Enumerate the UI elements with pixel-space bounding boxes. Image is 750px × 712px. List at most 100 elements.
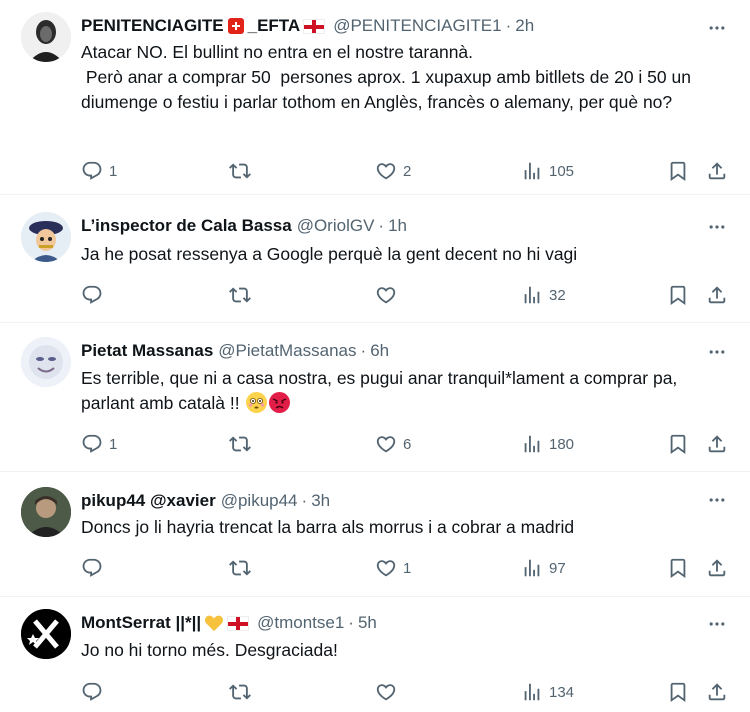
- reply-button[interactable]: [81, 281, 109, 309]
- timestamp[interactable]: 2h: [515, 16, 534, 36]
- share-icon: [706, 284, 728, 306]
- bookmark-button[interactable]: [667, 554, 689, 582]
- share-button[interactable]: [706, 157, 728, 185]
- share-icon: [706, 557, 728, 579]
- more-options-button[interactable]: [705, 612, 729, 636]
- england-flag-icon: [303, 18, 326, 34]
- like-button[interactable]: [375, 678, 403, 706]
- like-button[interactable]: 6: [375, 430, 411, 458]
- timestamp[interactable]: 6h: [370, 341, 389, 361]
- user-handle[interactable]: @PietatMassanas: [218, 341, 356, 361]
- separator-dot: ·: [301, 491, 308, 510]
- tweet[interactable]: L’inspector de Cala Bassa @OriolGV · 1h …: [0, 195, 750, 323]
- view-count: 97: [549, 559, 566, 577]
- retweet-button[interactable]: [229, 157, 257, 185]
- heart-icon: [375, 284, 397, 306]
- tweet-header: Pietat Massanas @PietatMassanas · 6h: [81, 339, 389, 363]
- views-chart-icon: [521, 557, 543, 579]
- tweet[interactable]: MontSerrat ||*|| @tmontse1 · 5h Jo no hi…: [0, 597, 750, 712]
- tweet-text-container: Es terrible, que ni a casa nostra, es pu…: [81, 366, 731, 416]
- avatar[interactable]: [21, 212, 71, 262]
- action-bar: 1 6 180: [0, 430, 750, 458]
- share-button[interactable]: [706, 678, 728, 706]
- avatar[interactable]: [21, 337, 71, 387]
- more-options-button[interactable]: [705, 16, 729, 40]
- like-count: 2: [403, 162, 412, 180]
- tweet[interactable]: PENITENCIAGITE _EFTA @PENITENCIAGITE1 · …: [0, 0, 750, 195]
- retweet-button[interactable]: [229, 430, 257, 458]
- bookmark-icon: [667, 681, 689, 703]
- bookmark-button[interactable]: [667, 157, 689, 185]
- avatar[interactable]: [21, 609, 71, 659]
- display-name[interactable]: L’inspector de Cala Bassa: [81, 216, 292, 236]
- tweet-text: Jo no hi torno més. Desgraciada!: [81, 640, 338, 660]
- reply-count: 1: [109, 162, 118, 180]
- tweet-header: L’inspector de Cala Bassa @OriolGV · 1h: [81, 214, 407, 238]
- display-name-suffix[interactable]: _EFTA: [248, 16, 301, 36]
- display-name[interactable]: PENITENCIAGITE: [81, 16, 224, 36]
- display-name[interactable]: pikup44 @xavier: [81, 491, 216, 511]
- retweet-button[interactable]: [229, 281, 257, 309]
- more-options-button[interactable]: [705, 340, 729, 364]
- views-button[interactable]: 180: [521, 430, 574, 458]
- separator-dot: ·: [378, 216, 385, 235]
- tweet-text: Es terrible, que ni a casa nostra, es pu…: [81, 368, 683, 413]
- reply-button[interactable]: 1: [81, 157, 117, 185]
- views-chart-icon: [521, 681, 543, 703]
- views-button[interactable]: 105: [521, 157, 574, 185]
- heart-icon: [375, 557, 397, 579]
- retweet-icon: [229, 681, 251, 703]
- user-handle[interactable]: @pikup44: [221, 491, 298, 511]
- retweet-icon: [229, 433, 251, 455]
- heart-icon: [375, 160, 397, 182]
- views-button[interactable]: 97: [521, 554, 566, 582]
- tweet[interactable]: Pietat Massanas @PietatMassanas · 6h Es …: [0, 323, 750, 472]
- action-bar: 1 97: [0, 554, 750, 582]
- timestamp[interactable]: 1h: [388, 216, 407, 236]
- more-icon: [707, 342, 727, 362]
- share-button[interactable]: [706, 554, 728, 582]
- views-button[interactable]: 134: [521, 678, 574, 706]
- views-button[interactable]: 32: [521, 281, 566, 309]
- view-count: 32: [549, 286, 566, 304]
- bookmark-button[interactable]: [667, 678, 689, 706]
- view-count: 134: [549, 683, 575, 701]
- tweet-text: Atacar NO. El bullint no entra en el nos…: [81, 42, 691, 112]
- bookmark-button[interactable]: [667, 430, 689, 458]
- user-handle[interactable]: @PENITENCIAGITE1: [333, 16, 501, 36]
- display-name[interactable]: Pietat Massanas: [81, 341, 213, 361]
- share-button[interactable]: [706, 430, 728, 458]
- user-handle[interactable]: @OriolGV: [297, 216, 375, 236]
- reply-button[interactable]: 1: [81, 430, 117, 458]
- timestamp[interactable]: 5h: [358, 613, 377, 633]
- retweet-button[interactable]: [229, 554, 257, 582]
- action-bar: 134: [0, 678, 750, 706]
- bookmark-icon: [667, 160, 689, 182]
- user-handle[interactable]: @tmontse1: [257, 613, 344, 633]
- reply-icon: [81, 284, 103, 306]
- more-options-button[interactable]: [705, 215, 729, 239]
- bookmark-icon: [667, 433, 689, 455]
- retweet-button[interactable]: [229, 678, 257, 706]
- more-icon: [707, 490, 727, 510]
- avatar[interactable]: [21, 487, 71, 537]
- avatar[interactable]: [21, 12, 71, 62]
- reply-button[interactable]: [81, 554, 109, 582]
- reply-button[interactable]: [81, 678, 109, 706]
- like-button[interactable]: [375, 281, 403, 309]
- like-count: 6: [403, 435, 412, 453]
- views-chart-icon: [521, 160, 543, 182]
- england-flag-icon: [227, 615, 250, 631]
- like-button[interactable]: 2: [375, 157, 411, 185]
- retweet-icon: [229, 160, 251, 182]
- like-button[interactable]: 1: [375, 554, 411, 582]
- timestamp[interactable]: 3h: [311, 491, 330, 511]
- tweet[interactable]: pikup44 @xavier @pikup44 · 3h Doncs jo l…: [0, 472, 750, 597]
- reply-count: 1: [109, 435, 118, 453]
- share-button[interactable]: [706, 281, 728, 309]
- reply-icon: [81, 433, 103, 455]
- more-options-button[interactable]: [705, 488, 729, 512]
- share-icon: [706, 681, 728, 703]
- display-name[interactable]: MontSerrat ||*||: [81, 613, 201, 633]
- bookmark-button[interactable]: [667, 281, 689, 309]
